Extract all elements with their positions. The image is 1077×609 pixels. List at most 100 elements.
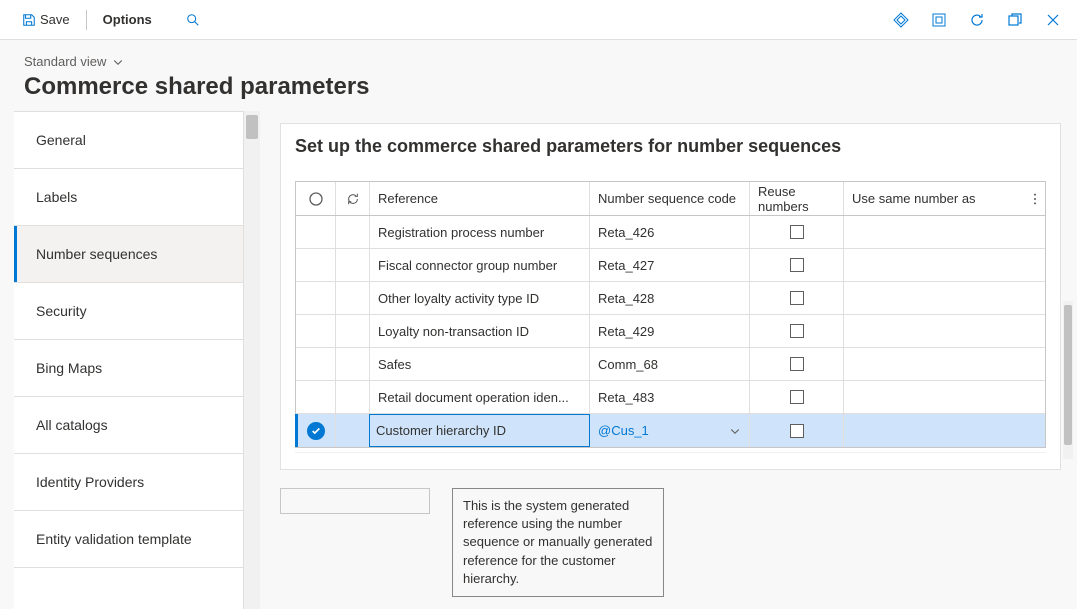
below-grid-row: This is the system generated reference u… — [280, 488, 1061, 597]
column-select-all[interactable] — [296, 182, 336, 215]
row-select-cell[interactable] — [296, 348, 336, 380]
sidebar-item[interactable]: Security — [14, 283, 243, 340]
same-cell — [844, 315, 1045, 347]
row-select-cell[interactable] — [296, 216, 336, 248]
checkbox[interactable] — [790, 424, 804, 438]
checkbox[interactable] — [790, 390, 804, 404]
refresh-icon — [969, 12, 985, 28]
page-header: Standard view Commerce shared parameters — [0, 40, 1077, 111]
row-select-cell[interactable] — [296, 249, 336, 281]
sidebar-item-label: General — [36, 132, 86, 148]
sidebar-item-label: All catalogs — [36, 417, 108, 433]
code-cell: Reta_429 — [590, 315, 750, 347]
close-button[interactable] — [1041, 8, 1065, 32]
save-button[interactable]: Save — [12, 6, 80, 33]
column-options-button[interactable] — [1029, 192, 1041, 206]
toolbar-right-group — [889, 8, 1065, 32]
column-same-header[interactable]: Use same number as — [844, 182, 1045, 215]
content-vertical-scroll-thumb[interactable] — [1064, 305, 1072, 445]
sidebar-item[interactable]: General — [14, 112, 243, 169]
popout-icon — [1007, 12, 1023, 28]
row-select-cell[interactable] — [296, 381, 336, 413]
sidebar-item-label: Labels — [36, 189, 77, 205]
checkbox[interactable] — [790, 357, 804, 371]
checkbox[interactable] — [790, 225, 804, 239]
checkbox[interactable] — [790, 324, 804, 338]
sidebar: General Labels Number sequences Security Bin… — [14, 111, 244, 609]
same-cell — [844, 282, 1045, 314]
office-addin-button[interactable] — [927, 8, 951, 32]
reference-cell: Other loyalty activity type ID — [370, 282, 590, 314]
table-row[interactable]: Customer hierarchy ID @Cus_1 — [296, 414, 1045, 447]
save-icon — [22, 13, 36, 27]
sidebar-item[interactable]: Entity validation template — [14, 511, 243, 568]
sidebar-container: General Labels Number sequences Security Bin… — [0, 111, 260, 609]
refresh-button[interactable] — [965, 8, 989, 32]
table-row[interactable]: Other loyalty activity type IDReta_428 — [296, 282, 1045, 315]
content-vertical-scrollbar[interactable] — [1063, 301, 1073, 459]
table-row[interactable]: Loyalty non-transaction IDReta_429 — [296, 315, 1045, 348]
search-icon — [186, 13, 200, 27]
sidebar-scrollbar[interactable] — [244, 111, 260, 609]
row-select-cell[interactable] — [296, 282, 336, 314]
reuse-cell[interactable] — [750, 315, 844, 347]
content-title: Set up the commerce shared parameters fo… — [295, 136, 1046, 157]
reference-cell: Loyalty non-transaction ID — [370, 315, 590, 347]
code-value: @Cus_1 — [598, 423, 649, 438]
same-cell — [844, 249, 1045, 281]
sidebar-item-label: Security — [36, 303, 87, 319]
view-label: Standard view — [24, 54, 106, 69]
code-cell: Reta_426 — [590, 216, 750, 248]
options-button[interactable]: Options — [93, 6, 162, 33]
same-cell — [844, 348, 1045, 380]
field-description-tooltip: This is the system generated reference u… — [452, 488, 664, 597]
column-reference-header[interactable]: Reference — [370, 182, 590, 215]
row-indicator-cell — [336, 414, 370, 447]
row-indicator-cell — [336, 249, 370, 281]
sidebar-item[interactable]: All catalogs — [14, 397, 243, 454]
table-row[interactable]: Retail document operation iden...Reta_48… — [296, 381, 1045, 414]
column-code-header[interactable]: Number sequence code — [590, 182, 750, 215]
reference-cell[interactable]: Customer hierarchy ID — [370, 414, 590, 447]
popout-button[interactable] — [1003, 8, 1027, 32]
same-cell — [844, 381, 1045, 413]
sidebar-item[interactable]: Identity Providers — [14, 454, 243, 511]
top-toolbar: Save Options — [0, 0, 1077, 40]
row-indicator-cell — [336, 381, 370, 413]
sidebar-item[interactable]: Labels — [14, 169, 243, 226]
checkbox[interactable] — [790, 291, 804, 305]
sidebar-item[interactable]: Number sequences — [14, 226, 243, 283]
reuse-cell[interactable] — [750, 381, 844, 413]
chevron-down-icon — [112, 56, 124, 68]
table-row[interactable]: SafesComm_68 — [296, 348, 1045, 381]
column-refresh[interactable] — [336, 182, 370, 215]
search-button[interactable] — [180, 7, 206, 33]
empty-input[interactable] — [280, 488, 430, 514]
table-row[interactable]: Registration process numberReta_426 — [296, 216, 1045, 249]
sidebar-item[interactable]: Bing Maps — [14, 340, 243, 397]
code-cell: Reta_428 — [590, 282, 750, 314]
row-indicator-cell — [336, 315, 370, 347]
page-title: Commerce shared parameters — [24, 73, 1053, 101]
horizontal-scrollbar[interactable] — [295, 452, 1046, 453]
sidebar-item-label: Bing Maps — [36, 360, 102, 376]
reuse-cell[interactable] — [750, 249, 844, 281]
sidebar-scroll-thumb[interactable] — [246, 115, 258, 139]
sidebar-item-label: Identity Providers — [36, 474, 144, 490]
row-select-cell[interactable] — [296, 315, 336, 347]
toolbar-separator — [86, 10, 87, 30]
code-cell[interactable]: @Cus_1 — [590, 414, 750, 447]
chevron-down-icon[interactable] — [729, 425, 741, 437]
view-selector[interactable]: Standard view — [24, 54, 1053, 69]
row-select-cell[interactable] — [296, 414, 336, 447]
column-reuse-header[interactable]: Reuse numbers — [750, 182, 844, 215]
reuse-cell[interactable] — [750, 414, 844, 447]
reuse-cell[interactable] — [750, 216, 844, 248]
reuse-cell[interactable] — [750, 282, 844, 314]
table-row[interactable]: Fiscal connector group numberReta_427 — [296, 249, 1045, 282]
attach-button[interactable] — [889, 8, 913, 32]
reuse-cell[interactable] — [750, 348, 844, 380]
refresh-small-icon — [346, 192, 360, 206]
sidebar-item-label: Number sequences — [36, 246, 157, 262]
checkbox[interactable] — [790, 258, 804, 272]
